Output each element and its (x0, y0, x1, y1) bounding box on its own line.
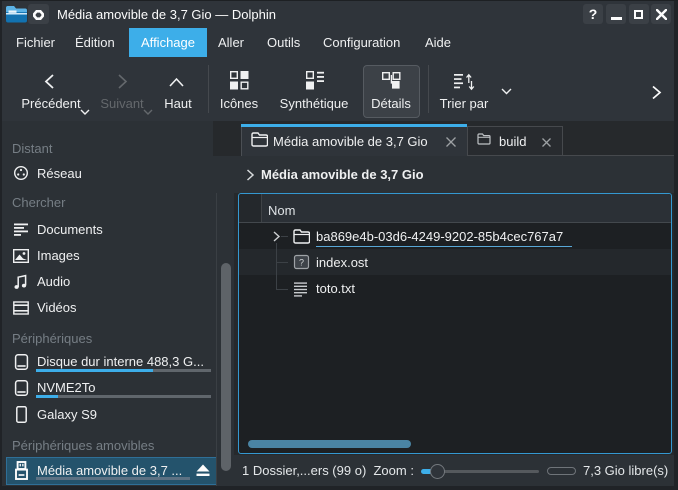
svg-text:?: ? (299, 258, 304, 268)
